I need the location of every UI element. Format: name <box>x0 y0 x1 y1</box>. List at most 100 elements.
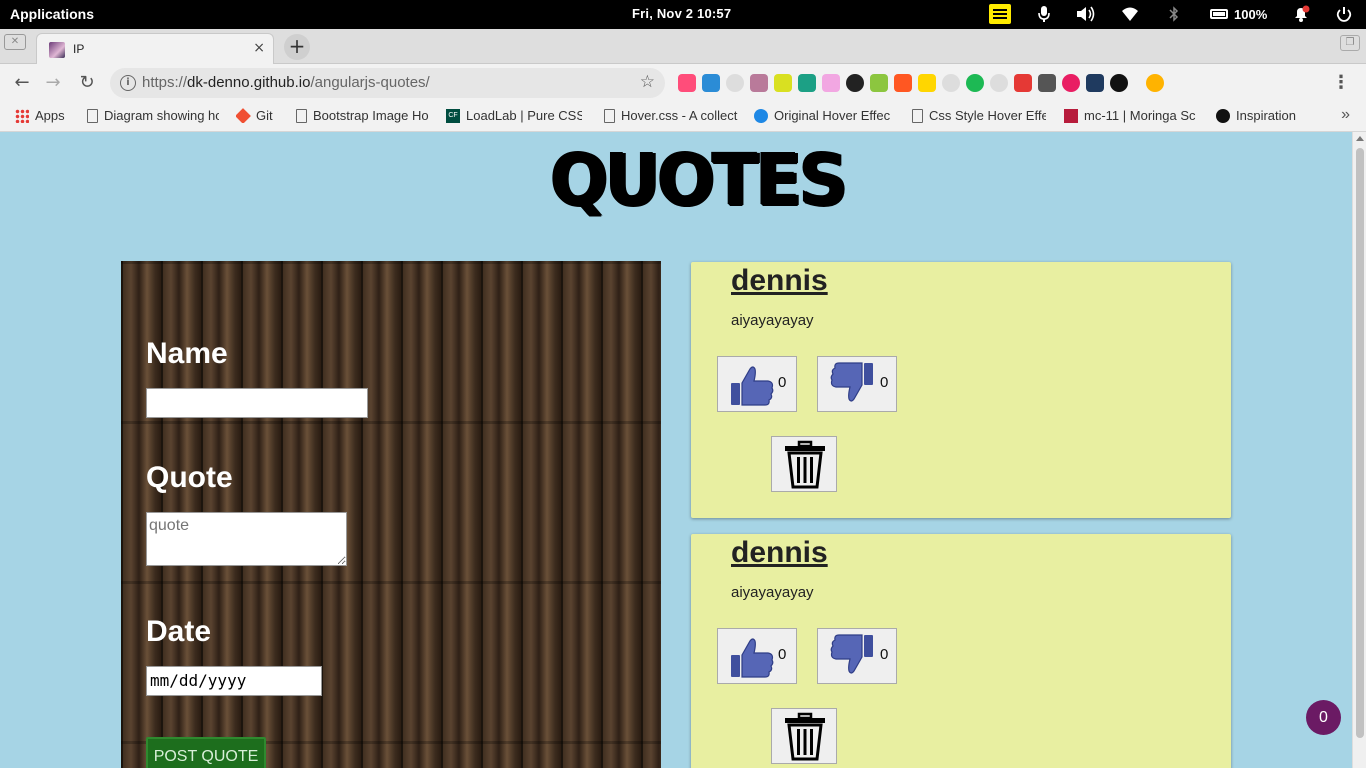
reload-icon[interactable]: ↻ <box>76 72 98 94</box>
post-quote-button[interactable]: POST QUOTE <box>146 737 266 768</box>
delete-quote-button[interactable] <box>771 436 837 492</box>
extension-icon[interactable] <box>678 74 696 92</box>
thumbs-down-icon <box>830 634 873 674</box>
extension-icon[interactable] <box>918 74 936 92</box>
system-clock[interactable]: Fri, Nov 2 10:57 <box>632 6 731 21</box>
page-icon <box>912 108 923 123</box>
downvote-count: 0 <box>880 646 889 663</box>
extension-icon[interactable] <box>1110 74 1128 92</box>
count-badge[interactable]: 0 <box>1306 700 1341 735</box>
extension-icon[interactable] <box>870 74 888 92</box>
bookmark-star-icon[interactable]: ☆ <box>640 72 655 92</box>
extension-icon[interactable] <box>942 74 960 92</box>
bookmark-item[interactable]: Git <box>236 108 286 123</box>
extension-icon[interactable] <box>990 74 1008 92</box>
thumbs-down-icon <box>830 362 873 402</box>
quote-textarea[interactable] <box>146 512 347 566</box>
notes-icon <box>989 4 1011 24</box>
new-tab-button[interactable]: + <box>284 34 310 60</box>
scrollbar-thumb[interactable] <box>1356 148 1364 738</box>
extension-icon[interactable] <box>1086 74 1104 92</box>
window-restore-icon[interactable]: ❐ <box>1340 35 1360 51</box>
web-page: QUOTES Name Quote Date mm/dd/yyyy POST Q… <box>0 132 1352 768</box>
bookmarks-bar: Apps Diagram showing ho Git Bootstrap Im… <box>0 102 1366 132</box>
tab-close-icon[interactable]: × <box>253 40 265 56</box>
page-scrollbar[interactable] <box>1352 132 1366 768</box>
name-label: Name <box>146 337 228 370</box>
bookmark-item[interactable]: mc-11 | Moringa Sc <box>1064 108 1200 123</box>
extension-icon[interactable] <box>1062 74 1080 92</box>
favicon-icon <box>49 42 65 58</box>
quote-text: aiyayayayay <box>731 312 814 329</box>
page-icon <box>604 108 615 123</box>
extension-icon[interactable] <box>798 74 816 92</box>
extension-icon[interactable] <box>1014 74 1032 92</box>
page-icon <box>87 108 98 123</box>
bookmark-item[interactable]: CF LoadLab | Pure CSS <box>446 108 582 123</box>
power-icon[interactable] <box>1336 4 1352 24</box>
thumbs-up-icon <box>731 638 774 678</box>
scroll-up-icon[interactable] <box>1356 136 1364 141</box>
upvote-count: 0 <box>778 374 787 391</box>
delete-quote-button[interactable] <box>771 708 837 764</box>
extension-icon[interactable] <box>846 74 864 92</box>
upvote-button[interactable]: 0 <box>717 628 797 684</box>
battery-percent: 100% <box>1234 6 1268 22</box>
extensions-row <box>678 74 1164 92</box>
quote-author: dennis <box>731 536 828 569</box>
bookmark-apps[interactable]: Apps <box>15 108 75 123</box>
page-title: QUOTES <box>550 140 848 223</box>
extension-icon[interactable] <box>822 74 840 92</box>
browser-tab[interactable]: IP × <box>36 33 274 64</box>
bookmark-item[interactable]: Css Style Hover Effe <box>912 108 1046 123</box>
volume-icon[interactable] <box>1075 4 1097 24</box>
extension-icon[interactable] <box>966 74 984 92</box>
back-icon[interactable]: ← <box>11 72 33 94</box>
quote-author: dennis <box>731 264 828 297</box>
upvote-button[interactable]: 0 <box>717 356 797 412</box>
bookmarks-overflow-icon[interactable]: » <box>1341 106 1350 124</box>
quote-label: Quote <box>146 461 233 494</box>
bookmark-item[interactable]: Bootstrap Image Ho <box>296 108 430 123</box>
name-input[interactable] <box>146 388 368 418</box>
browser-tab-strip: ✕ IP × + ❐ <box>0 29 1366 64</box>
url-text[interactable]: https://dk-denno.github.io/angularjs-quo… <box>142 74 430 91</box>
downvote-button[interactable]: 0 <box>817 356 897 412</box>
system-top-bar: Applications Fri, Nov 2 10:57 100% <box>0 0 1366 29</box>
extension-icon[interactable] <box>750 74 768 92</box>
notes-indicator[interactable] <box>989 4 1011 24</box>
extension-icon[interactable] <box>1038 74 1056 92</box>
downvote-button[interactable]: 0 <box>817 628 897 684</box>
notifications-icon[interactable] <box>1292 4 1310 24</box>
extension-icon[interactable] <box>702 74 720 92</box>
quote-form: Name Quote Date mm/dd/yyyy POST QUOTE <box>121 261 661 768</box>
apps-grid-icon <box>15 108 29 123</box>
applications-menu[interactable]: Applications <box>10 6 94 22</box>
browser-toolbar: ← → ↻ i https://dk-denno.github.io/angul… <box>0 64 1366 102</box>
browser-menu-icon[interactable]: ⋮ <box>1332 72 1350 93</box>
git-icon <box>236 108 251 123</box>
extension-icon[interactable] <box>726 74 744 92</box>
extension-icon[interactable] <box>774 74 792 92</box>
address-bar[interactable]: i https://dk-denno.github.io/angularjs-q… <box>110 68 665 98</box>
bookmark-item[interactable]: Inspiration <box>1216 108 1306 123</box>
thumbs-up-icon <box>731 366 774 406</box>
site-info-icon[interactable]: i <box>120 75 136 91</box>
downvote-count: 0 <box>880 374 889 391</box>
bluetooth-icon[interactable] <box>1169 4 1179 24</box>
battery-indicator[interactable]: 100% <box>1210 4 1267 24</box>
page-icon <box>296 108 307 123</box>
bookmark-item[interactable]: Original Hover Effec <box>754 108 892 123</box>
battery-icon <box>1210 9 1228 19</box>
tab-title: IP <box>73 42 85 56</box>
wifi-icon[interactable] <box>1121 4 1139 24</box>
window-close-icon[interactable]: ✕ <box>4 34 26 50</box>
bookmark-item[interactable]: Hover.css - A collect <box>604 108 738 123</box>
extension-icon[interactable] <box>894 74 912 92</box>
date-input[interactable]: mm/dd/yyyy <box>146 666 322 696</box>
forward-icon[interactable]: → <box>42 72 64 94</box>
bookmark-item[interactable]: Diagram showing ho <box>87 108 219 123</box>
microphone-icon[interactable] <box>1037 4 1051 24</box>
quote-text: aiyayayayay <box>731 584 814 601</box>
profile-avatar-icon[interactable] <box>1146 74 1164 92</box>
